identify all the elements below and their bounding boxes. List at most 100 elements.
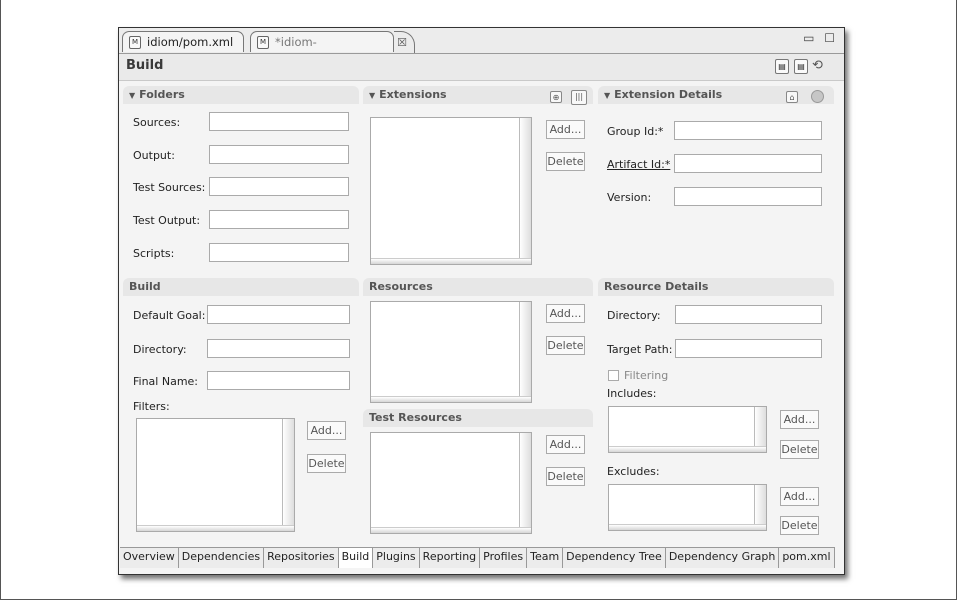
resource-directory-field[interactable] <box>675 305 822 324</box>
resources-delete-button[interactable]: Delete <box>546 336 585 355</box>
excludes-label: Excludes: <box>607 465 660 478</box>
filtering-checkbox[interactable] <box>608 370 619 381</box>
extensions-add-button[interactable]: Add... <box>546 120 585 139</box>
page-title: Build <box>126 58 164 73</box>
test-resources-delete-button[interactable]: Delete <box>546 467 585 486</box>
extensions-list[interactable] <box>370 117 532 265</box>
tab-build[interactable]: Build <box>338 548 374 568</box>
resources-add-button[interactable]: Add... <box>546 304 585 323</box>
section-resources[interactable]: Resources <box>363 278 593 296</box>
resources-list[interactable] <box>370 301 532 403</box>
includes-delete-button[interactable]: Delete <box>780 440 819 459</box>
test-sources-field[interactable] <box>209 177 349 196</box>
editor-page-tabs: Overview Dependencies Repositories Build… <box>120 547 835 568</box>
tab-label: idiom/pom.xml <box>147 35 234 49</box>
scripts-label: Scripts: <box>133 247 175 260</box>
test-resources-add-button[interactable]: Add... <box>546 435 585 454</box>
section-title: Extensions <box>379 88 447 101</box>
collapse-triangle-icon: ▼ <box>604 91 611 100</box>
section-resource-details[interactable]: Resource Details <box>598 278 834 296</box>
scripts-field[interactable] <box>209 243 349 262</box>
final-name-label: Final Name: <box>133 375 199 388</box>
vertical-scrollbar[interactable] <box>282 419 294 531</box>
test-resources-list[interactable] <box>370 432 532 534</box>
horizontal-scrollbar[interactable] <box>609 446 766 452</box>
version-field[interactable] <box>674 187 822 206</box>
horizontal-scrollbar[interactable] <box>371 396 531 402</box>
tab-repositories[interactable]: Repositories <box>264 548 339 568</box>
filters-label: Filters: <box>133 400 170 413</box>
open-web-page-icon[interactable] <box>811 90 824 103</box>
excludes-list[interactable] <box>608 484 767 531</box>
select-artifact-icon[interactable]: ⊕ <box>550 91 562 103</box>
tab-dependencies[interactable]: Dependencies <box>179 548 265 568</box>
vertical-scrollbar[interactable] <box>519 433 531 533</box>
tab-dependency-tree[interactable]: Dependency Tree <box>563 548 666 568</box>
collapse-triangle-icon: ▼ <box>129 91 136 100</box>
includes-label: Includes: <box>607 387 657 400</box>
default-goal-field[interactable] <box>207 305 350 324</box>
filters-delete-button[interactable]: Delete <box>307 454 346 473</box>
horizontal-scrollbar[interactable] <box>371 258 531 264</box>
collapse-triangle-icon: ▼ <box>369 91 376 100</box>
vertical-scrollbar[interactable] <box>519 118 531 264</box>
artifact-id-link[interactable]: Artifact Id:* <box>607 158 670 171</box>
section-title: Resource Details <box>604 280 709 293</box>
section-title: Resources <box>369 280 433 293</box>
tab-reporting[interactable]: Reporting <box>420 548 481 568</box>
tab-idiom-pom[interactable]: M idiom/pom.xml <box>122 31 244 52</box>
version-label: Version: <box>607 191 652 204</box>
horizontal-scrollbar[interactable] <box>137 525 294 531</box>
open-pom-icon[interactable]: ⌂ <box>786 91 798 103</box>
tab-profiles[interactable]: Profiles <box>480 548 528 568</box>
excludes-add-button[interactable]: Add... <box>780 487 819 506</box>
horizontal-scrollbar[interactable] <box>371 527 531 533</box>
output-label: Output: <box>133 149 175 162</box>
test-sources-label: Test Sources: <box>133 181 206 194</box>
section-title: Extension Details <box>614 88 723 101</box>
tab-plugins[interactable]: Plugins <box>373 548 420 568</box>
tab-dependency-graph[interactable]: Dependency Graph <box>666 548 780 568</box>
window-controls[interactable]: ▭ ☐ <box>803 31 838 45</box>
group-id-field[interactable] <box>674 121 822 140</box>
tab-idiom-core-pom[interactable]: M *idiom-core/pom.xml ☒ <box>250 31 407 70</box>
section-folders[interactable]: ▼ Folders <box>123 86 359 104</box>
parent-pom-icon[interactable]: ▤ <box>775 59 789 74</box>
refresh-icon[interactable]: ⟲ <box>812 58 823 73</box>
filtering-label: Filtering <box>624 369 669 382</box>
tab-team[interactable]: Team <box>527 548 564 568</box>
excludes-delete-button[interactable]: Delete <box>780 516 819 535</box>
default-goal-label: Default Goal: <box>133 309 206 322</box>
resource-directory-label: Directory: <box>607 309 661 322</box>
target-path-field[interactable] <box>675 339 822 358</box>
sources-field[interactable] <box>209 112 349 131</box>
section-extension-details[interactable]: ▼ Extension Details <box>598 86 834 104</box>
includes-list[interactable] <box>608 406 767 453</box>
toggle-view-icon[interactable]: ||| <box>571 90 587 105</box>
section-title: Build <box>129 280 161 293</box>
tab-edge <box>394 31 415 53</box>
filters-add-button[interactable]: Add... <box>307 421 346 440</box>
test-output-label: Test Output: <box>133 214 201 227</box>
output-field[interactable] <box>209 145 349 164</box>
includes-add-button[interactable]: Add... <box>780 410 819 429</box>
final-name-field[interactable] <box>207 371 350 390</box>
effective-pom-icon[interactable]: ▤ <box>794 59 808 74</box>
directory-label: Directory: <box>133 343 187 356</box>
extensions-delete-button[interactable]: Delete <box>546 152 585 171</box>
section-title: Folders <box>139 88 185 101</box>
vertical-scrollbar[interactable] <box>519 302 531 402</box>
maven-file-icon: M <box>129 36 141 49</box>
horizontal-scrollbar[interactable] <box>609 524 766 530</box>
section-title: Test Resources <box>369 411 462 424</box>
directory-field[interactable] <box>207 339 350 358</box>
page-header: Build ▤ ▤ ⟲ <box>119 54 844 81</box>
artifact-id-field[interactable] <box>674 154 822 173</box>
section-build[interactable]: Build <box>123 278 359 296</box>
filters-list[interactable] <box>136 418 295 532</box>
tab-pom-xml[interactable]: pom.xml <box>779 548 835 568</box>
test-output-field[interactable] <box>209 210 349 229</box>
tab-overview[interactable]: Overview <box>120 548 179 568</box>
section-test-resources[interactable]: Test Resources <box>363 409 593 427</box>
pom-editor-window: M idiom/pom.xml M *idiom-core/pom.xml ☒ … <box>118 27 845 575</box>
